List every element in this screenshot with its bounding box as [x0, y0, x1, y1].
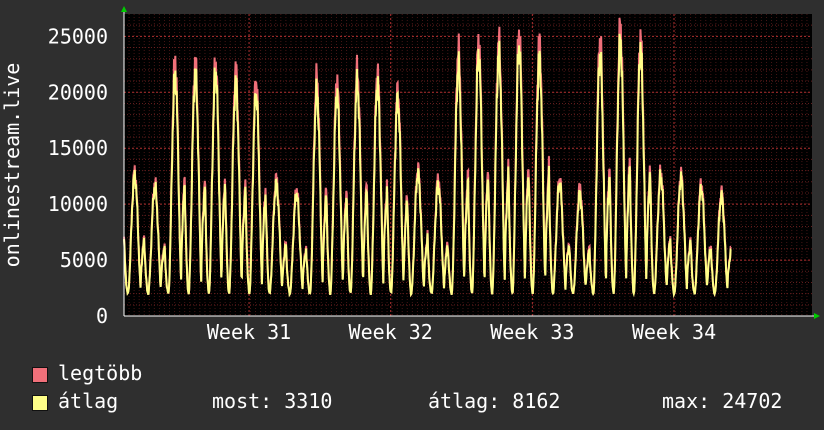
max-legend-label: legtöbb	[58, 361, 143, 385]
y-axis-arrow	[121, 6, 127, 12]
y-tick-label: 15000	[48, 136, 108, 160]
stat-maximum: max: 24702	[662, 389, 783, 413]
x-axis-arrow	[814, 313, 820, 319]
stat-current: most: 3310	[212, 389, 333, 413]
stat-average: átlag: 8162	[428, 389, 561, 413]
y-tick-label: 25000	[48, 24, 108, 48]
y-tick-label: 5000	[60, 248, 108, 272]
x-tick-label: Week 33	[490, 320, 574, 344]
avg-legend-swatch	[32, 395, 48, 411]
y-axis-label: onlinestream.live	[0, 63, 24, 268]
x-tick-label: Week 32	[349, 320, 433, 344]
avg-legend-label: átlag	[58, 389, 119, 413]
y-tick-label: 0	[96, 304, 108, 328]
y-tick-label: 20000	[48, 80, 108, 104]
y-tick-label: 10000	[48, 192, 108, 216]
x-tick-label: Week 31	[207, 320, 291, 344]
max-legend-swatch	[32, 367, 48, 383]
x-tick-label: Week 34	[632, 320, 716, 344]
